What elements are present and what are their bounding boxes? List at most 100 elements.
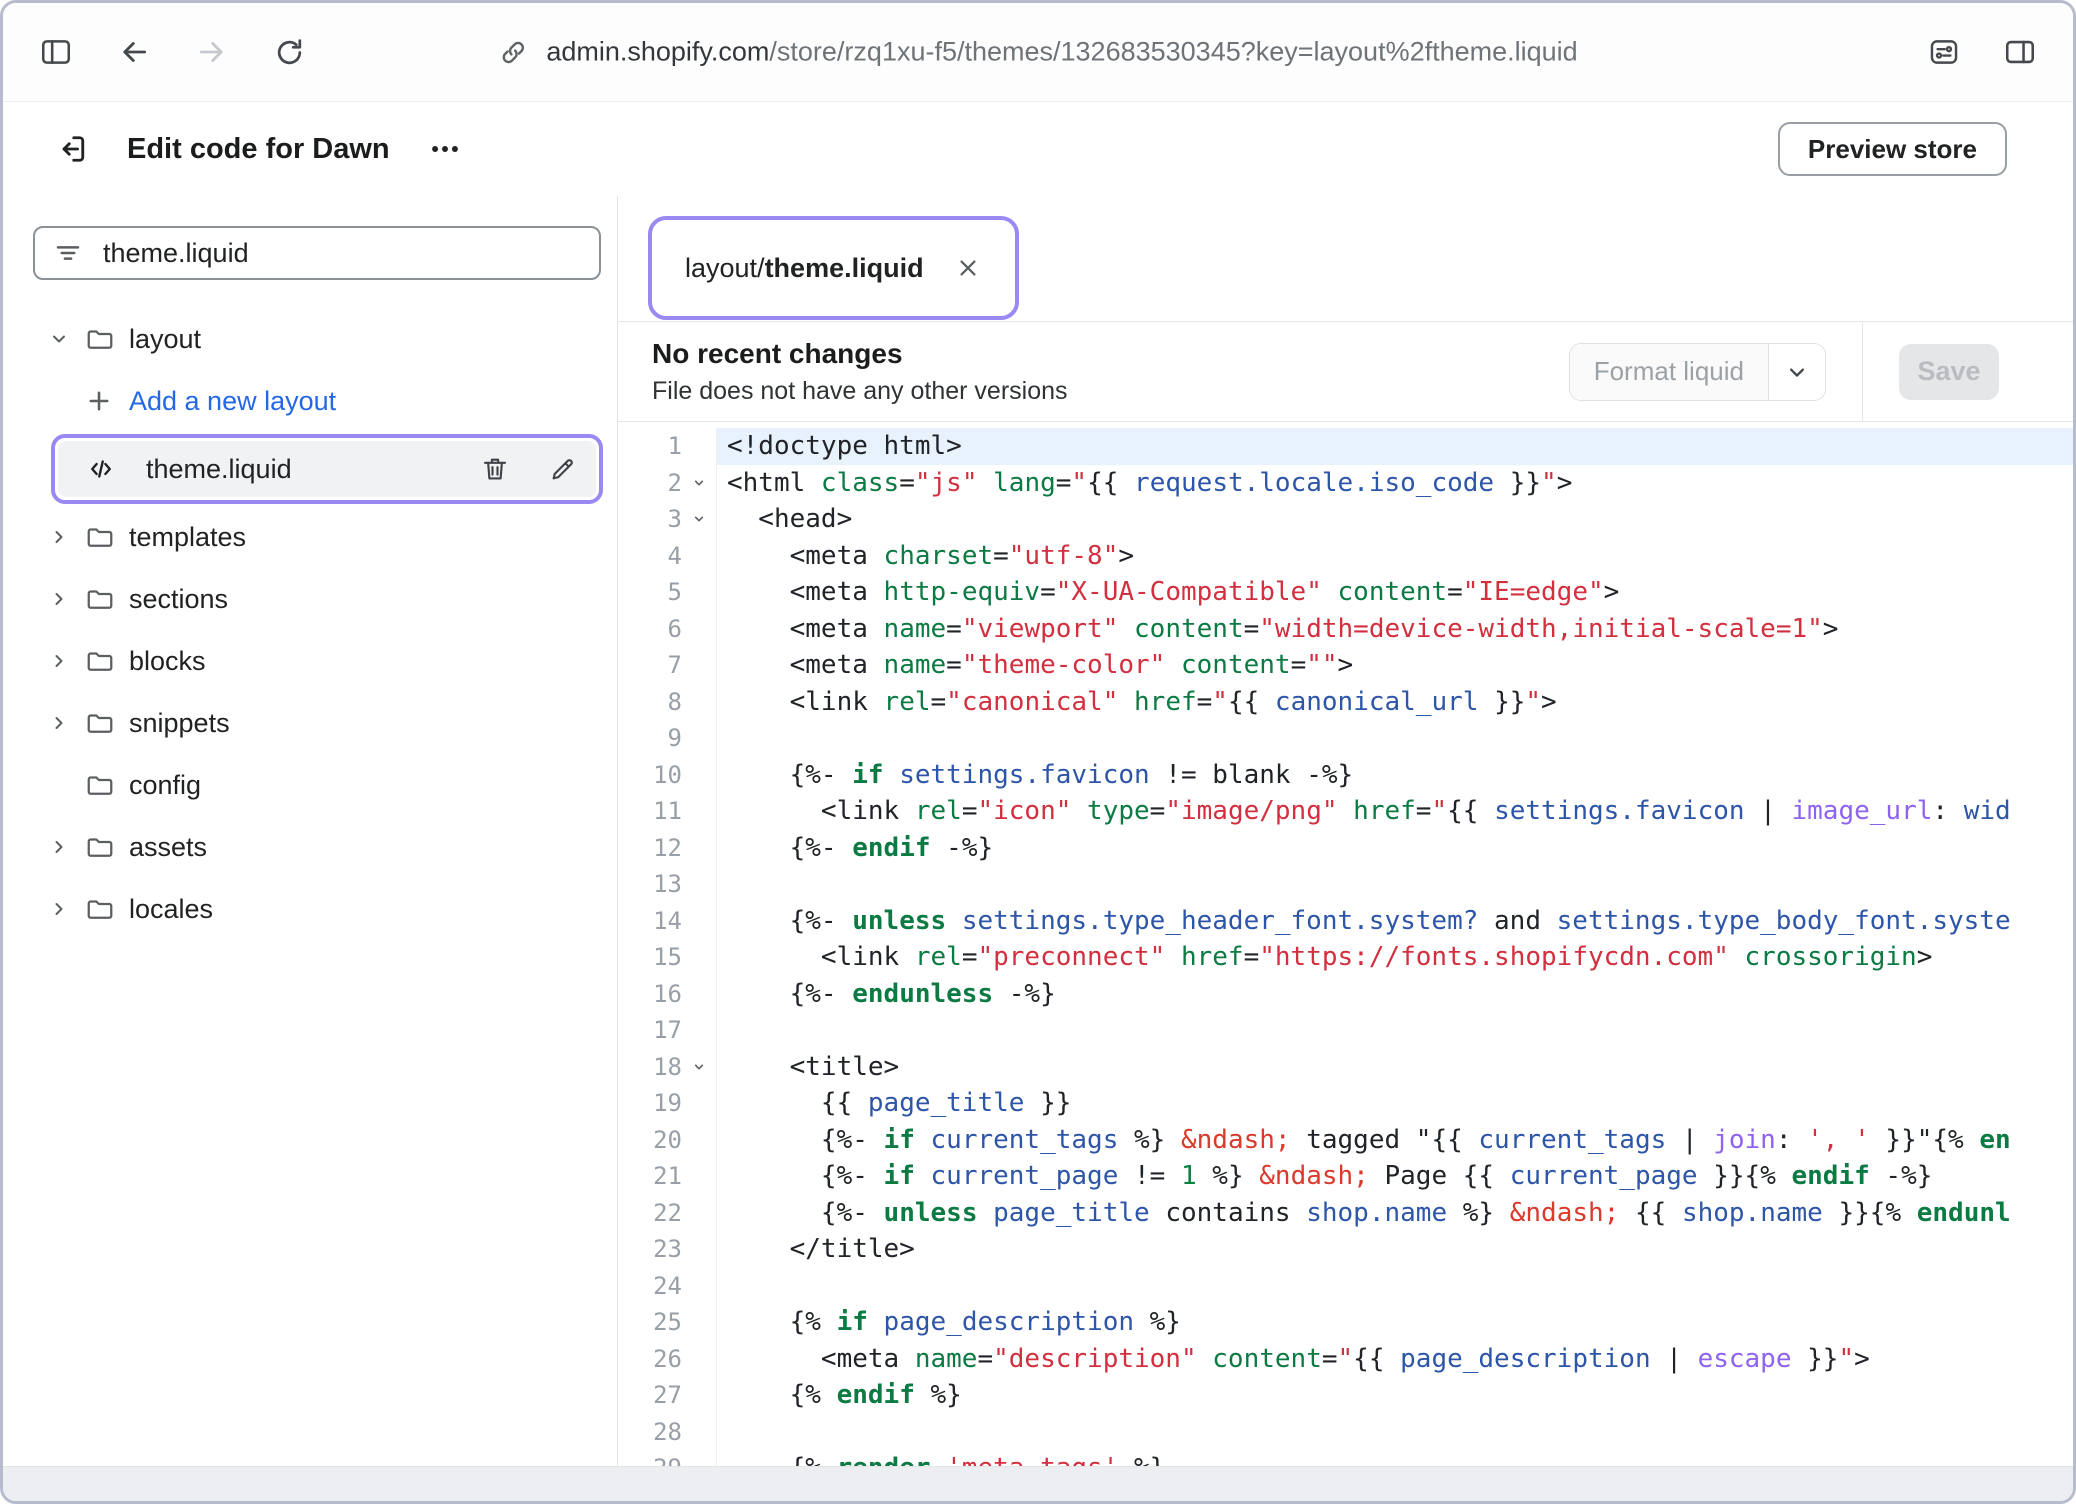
line-number: 27 <box>618 1377 682 1414</box>
fold-placeholder <box>682 574 716 611</box>
code-text: </title> <box>716 1231 2073 1268</box>
fold-placeholder <box>682 903 716 940</box>
code-line-20[interactable]: 20 {%- if current_tags %} &ndash; tagged… <box>618 1122 2073 1159</box>
rename-file-icon[interactable] <box>548 454 578 484</box>
chevron-right-icon[interactable] <box>47 649 85 673</box>
line-number: 21 <box>618 1158 682 1195</box>
sidebar-item-theme-liquid[interactable]: theme.liquid <box>58 441 596 497</box>
fold-toggle-icon[interactable] <box>682 1049 716 1086</box>
file-search-input[interactable]: theme.liquid <box>33 226 601 280</box>
code-line-15[interactable]: 15 <link rel="preconnect" href="https://… <box>618 939 2073 976</box>
code-text: {%- unless settings.type_header_font.sys… <box>716 903 2073 940</box>
code-editor[interactable]: 1<!doctype html>2<html class="js" lang="… <box>618 422 2073 1466</box>
extensions-icon[interactable] <box>1927 35 1961 69</box>
sidebar-item-config[interactable]: config <box>3 754 617 816</box>
folder-icon <box>85 646 129 676</box>
code-line-28[interactable]: 28 <box>618 1414 2073 1451</box>
app-header: Edit code for Dawn Preview store <box>3 102 2073 196</box>
split-view-icon[interactable] <box>2003 35 2037 69</box>
reload-icon[interactable] <box>273 36 306 69</box>
code-text: <meta http-equiv="X-UA-Compatible" conte… <box>716 574 2073 611</box>
forward-icon[interactable] <box>195 35 229 69</box>
code-line-5[interactable]: 5 <meta http-equiv="X-UA-Compatible" con… <box>618 574 2073 611</box>
chevron-down-icon[interactable] <box>47 327 85 351</box>
code-line-9[interactable]: 9 <box>618 720 2073 757</box>
code-line-2[interactable]: 2<html class="js" lang="{{ request.local… <box>618 465 2073 502</box>
code-line-17[interactable]: 17 <box>618 1012 2073 1049</box>
code-line-7[interactable]: 7 <meta name="theme-color" content=""> <box>618 647 2073 684</box>
fold-toggle-icon[interactable] <box>682 465 716 502</box>
tab-highlight-ring: layout/theme.liquid <box>648 216 1019 320</box>
line-number: 23 <box>618 1231 682 1268</box>
format-liquid-button[interactable]: Format liquid <box>1570 344 1768 400</box>
sidebar-item-sections[interactable]: sections <box>3 568 617 630</box>
add-new-layout-button[interactable]: Add a new layout <box>3 370 617 432</box>
line-number: 13 <box>618 866 682 903</box>
sidebar-item-assets[interactable]: assets <box>3 816 617 878</box>
delete-file-icon[interactable] <box>480 454 510 484</box>
preview-store-button[interactable]: Preview store <box>1778 122 2007 176</box>
code-text: {% if page_description %} <box>716 1304 2073 1341</box>
code-text: {% endif %} <box>716 1377 2073 1414</box>
sidebar-item-snippets[interactable]: snippets <box>3 692 617 754</box>
chevron-right-icon[interactable] <box>47 525 85 549</box>
tab-theme-liquid[interactable]: layout/theme.liquid <box>659 227 1008 309</box>
file-name-label: theme.liquid <box>146 454 292 485</box>
code-line-27[interactable]: 27 {% endif %} <box>618 1377 2073 1414</box>
back-icon[interactable] <box>117 35 151 69</box>
chevron-right-icon[interactable] <box>47 711 85 735</box>
folder-icon <box>85 708 129 738</box>
code-line-24[interactable]: 24 <box>618 1268 2073 1305</box>
code-text: {%- if settings.favicon != blank -%} <box>716 757 2073 794</box>
code-line-26[interactable]: 26 <meta name="description" content="{{ … <box>618 1341 2073 1378</box>
line-number: 12 <box>618 830 682 867</box>
code-line-12[interactable]: 12 {%- endif -%} <box>618 830 2073 867</box>
more-actions-icon[interactable] <box>428 132 462 166</box>
format-dropdown-button[interactable] <box>1768 344 1825 400</box>
save-button[interactable]: Save <box>1899 344 1999 400</box>
sidebar-item-templates[interactable]: templates <box>3 506 617 568</box>
sidebar-item-blocks[interactable]: blocks <box>3 630 617 692</box>
line-number: 25 <box>618 1304 682 1341</box>
code-line-1[interactable]: 1<!doctype html> <box>618 428 2073 465</box>
code-line-6[interactable]: 6 <meta name="viewport" content="width=d… <box>618 611 2073 648</box>
code-line-4[interactable]: 4 <meta charset="utf-8"> <box>618 538 2073 575</box>
chevron-right-icon[interactable] <box>47 897 85 921</box>
exit-editor-icon[interactable] <box>55 131 91 167</box>
code-line-3[interactable]: 3 <head> <box>618 501 2073 538</box>
code-text: <meta name="theme-color" content=""> <box>716 647 2073 684</box>
url-bar[interactable]: admin.shopify.com/store/rzq1xu-f5/themes… <box>498 37 1577 68</box>
sidebar-item-layout[interactable]: layout <box>3 308 617 370</box>
sidebar-item-locales[interactable]: locales <box>3 878 617 940</box>
code-line-21[interactable]: 21 {%- if current_page != 1 %} &ndash; P… <box>618 1158 2073 1195</box>
fold-toggle-icon[interactable] <box>682 501 716 538</box>
code-line-25[interactable]: 25 {% if page_description %} <box>618 1304 2073 1341</box>
status-subtitle: File does not have any other versions <box>652 377 1068 406</box>
code-line-29[interactable]: 29 {% render 'meta-tags' %} <box>618 1450 2073 1466</box>
fold-placeholder <box>682 1012 716 1049</box>
toolbar-divider <box>1862 322 1863 421</box>
code-line-22[interactable]: 22 {%- unless page_title contains shop.n… <box>618 1195 2073 1232</box>
close-tab-icon[interactable] <box>954 254 982 282</box>
fold-placeholder <box>682 720 716 757</box>
code-line-23[interactable]: 23 </title> <box>618 1231 2073 1268</box>
page-title: Edit code for Dawn <box>127 133 390 166</box>
line-number: 7 <box>618 647 682 684</box>
chevron-right-icon[interactable] <box>47 835 85 859</box>
folder-icon <box>85 770 129 800</box>
link-icon <box>498 37 528 67</box>
chevron-right-icon[interactable] <box>47 587 85 611</box>
code-line-16[interactable]: 16 {%- endunless -%} <box>618 976 2073 1013</box>
line-number: 3 <box>618 501 682 538</box>
code-line-14[interactable]: 14 {%- unless settings.type_header_font.… <box>618 903 2073 940</box>
code-text: <link rel="preconnect" href="https://fon… <box>716 939 2073 976</box>
code-line-13[interactable]: 13 <box>618 866 2073 903</box>
code-line-19[interactable]: 19 {{ page_title }} <box>618 1085 2073 1122</box>
sidebar-toggle-icon[interactable] <box>39 35 73 69</box>
code-line-18[interactable]: 18 <title> <box>618 1049 2073 1086</box>
selected-file-row: theme.liquid <box>3 432 617 506</box>
code-line-10[interactable]: 10 {%- if settings.favicon != blank -%} <box>618 757 2073 794</box>
code-text: <!doctype html> <box>716 428 2073 465</box>
code-line-8[interactable]: 8 <link rel="canonical" href="{{ canonic… <box>618 684 2073 721</box>
code-line-11[interactable]: 11 <link rel="icon" type="image/png" hre… <box>618 793 2073 830</box>
